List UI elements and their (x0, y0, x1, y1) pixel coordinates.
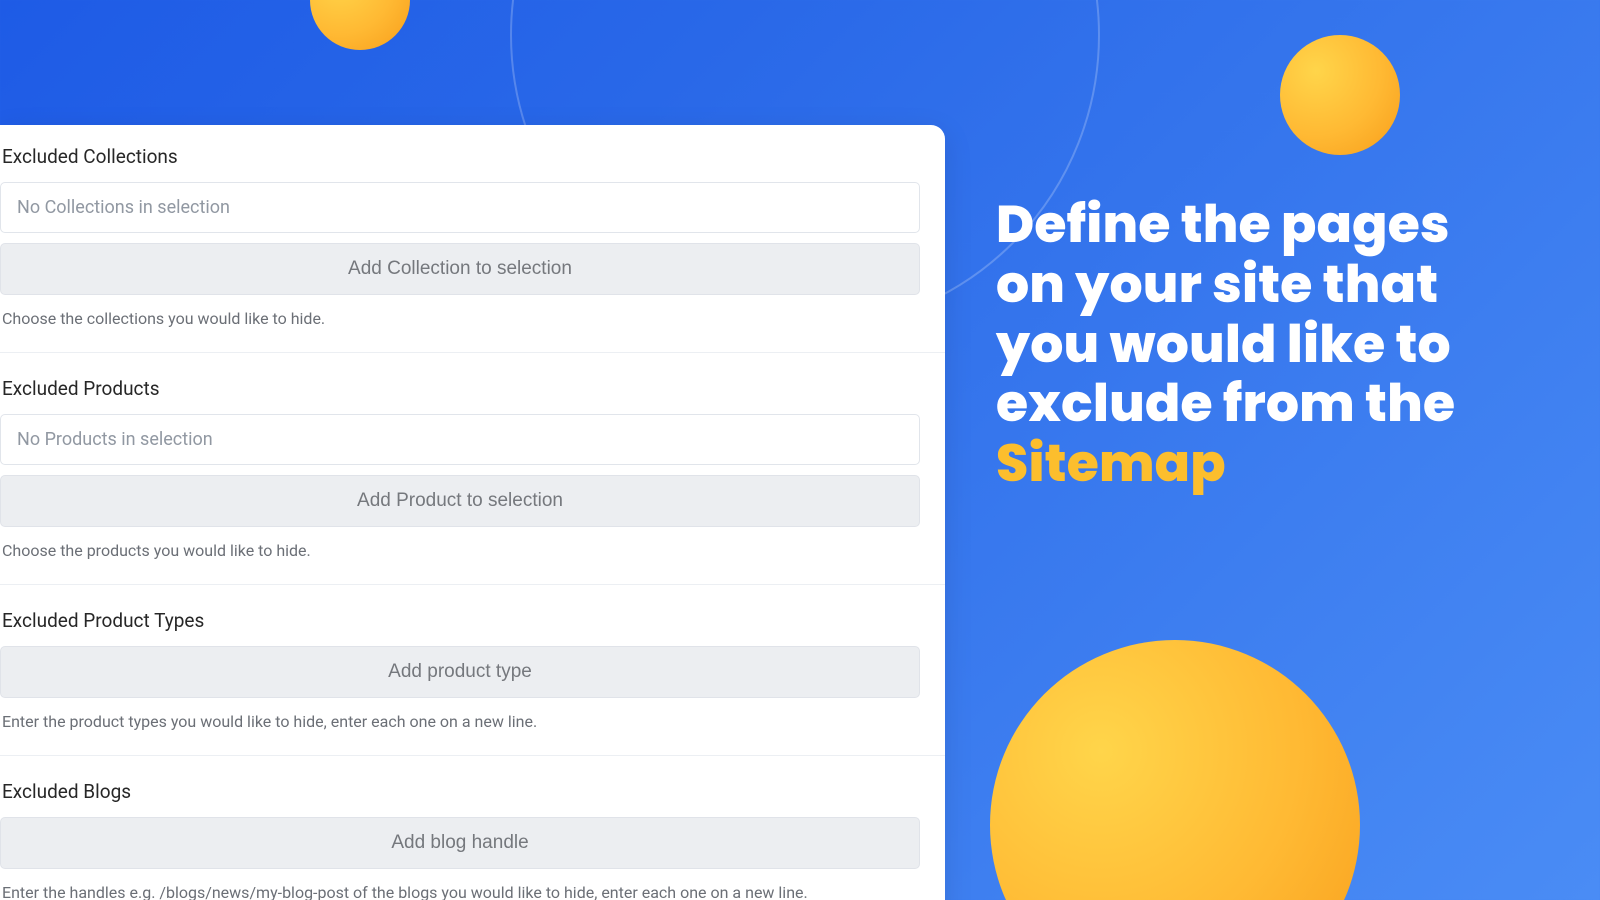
headline-accent: Sitemap (996, 427, 1226, 500)
section-excluded-products: Excluded Products No Products in selecti… (0, 353, 945, 585)
section-excluded-collections: Excluded Collections No Collections in s… (0, 145, 945, 353)
add-product-button[interactable]: Add Product to selection (0, 475, 920, 527)
marketing-headline: Define the pages on your site that you w… (996, 195, 1546, 494)
settings-card: Excluded Collections No Collections in s… (0, 125, 945, 900)
section-title: Excluded Products (0, 377, 945, 414)
section-title: Excluded Product Types (0, 609, 945, 646)
collections-selection-box[interactable]: No Collections in selection (0, 182, 920, 233)
section-title: Excluded Blogs (0, 780, 945, 817)
section-excluded-product-types: Excluded Product Types Add product type … (0, 585, 945, 756)
add-product-type-button[interactable]: Add product type (0, 646, 920, 698)
add-blog-handle-button[interactable]: Add blog handle (0, 817, 920, 869)
decorative-orb (310, 0, 410, 50)
decorative-orb (1280, 35, 1400, 155)
help-text: Choose the collections you would like to… (0, 295, 945, 328)
help-text: Choose the products you would like to hi… (0, 527, 945, 560)
products-selection-box[interactable]: No Products in selection (0, 414, 920, 465)
help-text: Enter the product types you would like t… (0, 698, 945, 731)
section-excluded-blogs: Excluded Blogs Add blog handle Enter the… (0, 756, 945, 900)
add-collection-button[interactable]: Add Collection to selection (0, 243, 920, 295)
decorative-orb (990, 640, 1360, 900)
help-text: Enter the handles e.g. /blogs/news/my-bl… (0, 869, 945, 900)
section-title: Excluded Collections (0, 145, 945, 182)
